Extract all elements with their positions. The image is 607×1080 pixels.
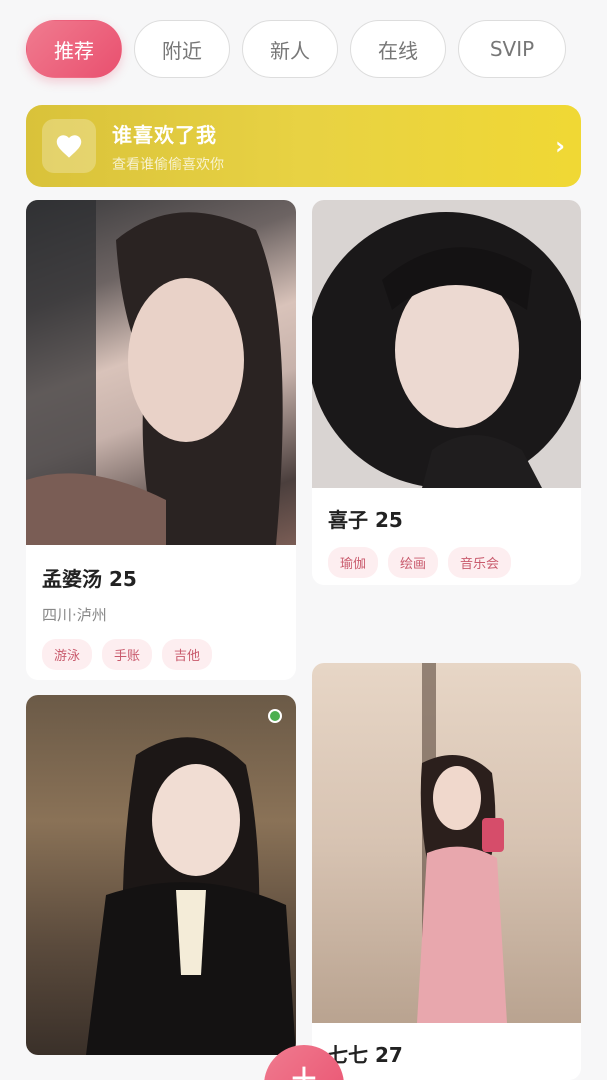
interest-tags: 游泳 手账 吉他 (42, 639, 280, 670)
category-tabs: 推荐 附近 新人 在线 SVIP (26, 20, 566, 78)
profile-card[interactable]: 孟婆汤 25 四川·泸州 游泳 手账 吉他 (26, 200, 296, 680)
banner-title: 谁喜欢了我 (112, 122, 217, 147)
profile-photo (26, 695, 296, 1055)
profile-photo (312, 200, 581, 488)
chevron-right-icon: › (555, 132, 565, 160)
interest-tag: 手账 (102, 639, 153, 670)
interest-tags: 瑜伽 绘画 音乐会 (328, 547, 565, 578)
profile-card[interactable]: 七七 27 (312, 663, 581, 1080)
plus-icon: + (288, 1057, 320, 1080)
profile-photo (26, 200, 296, 545)
profile-photo (312, 663, 581, 1023)
interest-tag: 游泳 (42, 639, 93, 670)
banner-subtitle: 查看谁偷偷喜欢你 (112, 156, 224, 173)
who-likes-me-banner[interactable]: 谁喜欢了我 查看谁偷偷喜欢你 › (26, 105, 581, 187)
tab-svip[interactable]: SVIP (458, 20, 566, 78)
profile-location: 四川·泸州 (42, 606, 107, 624)
interest-tag: 绘画 (388, 547, 439, 578)
tab-online[interactable]: 在线 (350, 20, 446, 78)
profile-card[interactable] (26, 695, 296, 1055)
heart-icon (56, 135, 82, 158)
tab-recommend[interactable]: 推荐 (26, 20, 122, 78)
portrait-illustration (86, 737, 296, 1055)
portrait-illustration (417, 663, 507, 1023)
portrait-illustration (312, 212, 581, 488)
profile-name: 喜子 25 (328, 508, 403, 532)
interest-tag: 瑜伽 (328, 547, 379, 578)
portrait-illustration (26, 200, 283, 545)
banner-icon-box (42, 119, 96, 173)
tab-nearby[interactable]: 附近 (134, 20, 230, 78)
tab-newcomers[interactable]: 新人 (242, 20, 338, 78)
online-status-dot (268, 709, 282, 723)
banner-text: 谁喜欢了我 查看谁偷偷喜欢你 (112, 119, 555, 174)
interest-tag: 吉他 (162, 639, 213, 670)
profile-name: 七七 27 (328, 1043, 403, 1067)
interest-tag: 音乐会 (448, 547, 512, 578)
profile-card[interactable]: 喜子 25 瑜伽 绘画 音乐会 (312, 200, 581, 585)
profile-name: 孟婆汤 25 (42, 567, 137, 591)
